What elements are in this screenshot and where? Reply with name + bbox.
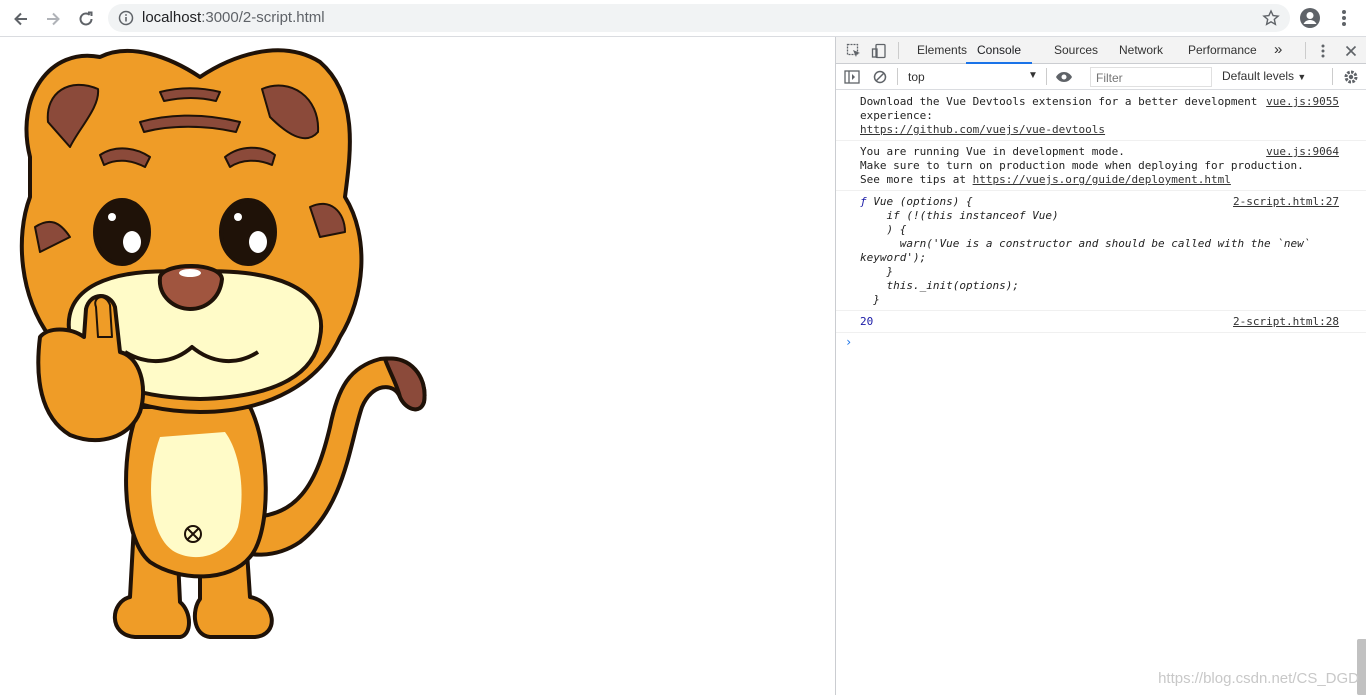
toolbar-separator	[897, 68, 898, 85]
deployment-link[interactable]: https://vuejs.org/guide/deployment.html	[973, 173, 1231, 186]
devtools-tab-bar: Elements Console Sources Network Perform…	[836, 37, 1366, 64]
console-log: Download the Vue Devtools extension for …	[836, 91, 1366, 695]
devtools-panel: Elements Console Sources Network Perform…	[835, 37, 1366, 695]
console-settings-gear-icon[interactable]	[1341, 67, 1361, 87]
live-expression-eye-icon[interactable]	[1054, 67, 1074, 87]
url-text: localhost:3000/2-script.html	[142, 9, 325, 26]
more-tabs-icon[interactable]: »	[1274, 36, 1282, 63]
tab-sources[interactable]: Sources	[1054, 37, 1098, 64]
browser-toolbar: localhost:3000/2-script.html	[0, 0, 1366, 37]
console-message: You are running Vue in development mode.…	[836, 141, 1366, 191]
tab-separator	[898, 42, 899, 59]
toolbar-separator	[1046, 68, 1047, 85]
context-selector[interactable]: top	[908, 70, 925, 84]
code-line: keyword');	[860, 251, 927, 264]
watermark: https://blog.csdn.net/CS_DGD	[1158, 670, 1359, 687]
console-message: Download the Vue Devtools extension for …	[836, 91, 1366, 141]
back-arrow-icon	[14, 12, 27, 26]
tab-network[interactable]: Network	[1119, 37, 1163, 64]
console-function-output[interactable]: ƒ Vue (options) { if (!(this instanceof …	[836, 191, 1366, 311]
close-devtools-icon[interactable]	[1341, 41, 1361, 61]
source-link[interactable]: 2-script.html:28	[1233, 315, 1339, 328]
reload-button[interactable]	[73, 6, 99, 32]
url-host: localhost	[142, 9, 202, 26]
levels-dropdown-icon: ▼	[1297, 72, 1307, 82]
back-button[interactable]	[8, 6, 34, 32]
bookmark-star-icon[interactable]	[1262, 9, 1280, 32]
code-line: }	[860, 293, 880, 306]
toolbar-separator	[1332, 68, 1333, 85]
reload-icon	[79, 11, 93, 26]
code-line: Vue (options) {	[866, 195, 973, 208]
log-levels-label: Default levels	[1222, 69, 1295, 83]
profile-avatar-icon[interactable]	[1298, 6, 1322, 35]
tab-performance[interactable]: Performance	[1188, 37, 1257, 64]
console-prompt-row[interactable]: ›	[836, 333, 1366, 353]
tips-prefix: See more tips at	[860, 173, 973, 186]
console-message: 20 2-script.html:28	[836, 311, 1366, 333]
function-keyword: ƒ	[860, 195, 867, 208]
console-toolbar: top ▼ Filter Default levels ▼	[836, 64, 1366, 90]
forward-button[interactable]	[40, 6, 66, 32]
device-toolbar-icon[interactable]	[869, 41, 889, 61]
prompt-chevron-icon: ›	[845, 335, 853, 349]
code-line: warn('Vue is a constructor and should be…	[860, 237, 1311, 250]
log-levels-dropdown[interactable]: Default levels ▼	[1222, 69, 1306, 83]
source-link[interactable]: 2-script.html:27	[1233, 195, 1339, 208]
code-line: this._init(options);	[860, 279, 1019, 292]
code-line: ) {	[860, 223, 907, 236]
tab-console[interactable]: Console	[966, 37, 1033, 64]
source-link[interactable]: vue.js:9055	[1266, 95, 1339, 108]
context-dropdown-icon[interactable]: ▼	[1028, 70, 1038, 81]
source-link[interactable]: vue.js:9064	[1266, 145, 1339, 158]
info-icon[interactable]	[118, 10, 134, 31]
tiger-illustration	[19, 48, 427, 639]
message-text: experience:	[860, 109, 933, 122]
clear-console-icon[interactable]	[870, 67, 890, 87]
page-viewport	[0, 37, 836, 695]
forward-arrow-icon	[47, 12, 60, 26]
sidebar-toggle-icon[interactable]	[842, 67, 862, 87]
filter-input[interactable]: Filter	[1090, 67, 1212, 87]
tab-separator	[1305, 42, 1306, 59]
devtools-menu-icon[interactable]	[1313, 41, 1333, 61]
address-bar[interactable]: localhost:3000/2-script.html	[108, 4, 1290, 32]
code-line: if (!(this instanceof Vue)	[860, 209, 1059, 222]
devtools-link[interactable]: https://github.com/vuejs/vue-devtools	[860, 123, 1105, 136]
url-path: :3000/2-script.html	[201, 9, 325, 26]
tab-elements[interactable]: Elements	[917, 37, 967, 64]
code-line: }	[860, 265, 894, 278]
browser-menu-icon[interactable]	[1334, 6, 1354, 35]
message-text: Make sure to turn on production mode whe…	[860, 159, 1304, 172]
inspect-element-icon[interactable]	[844, 41, 864, 61]
